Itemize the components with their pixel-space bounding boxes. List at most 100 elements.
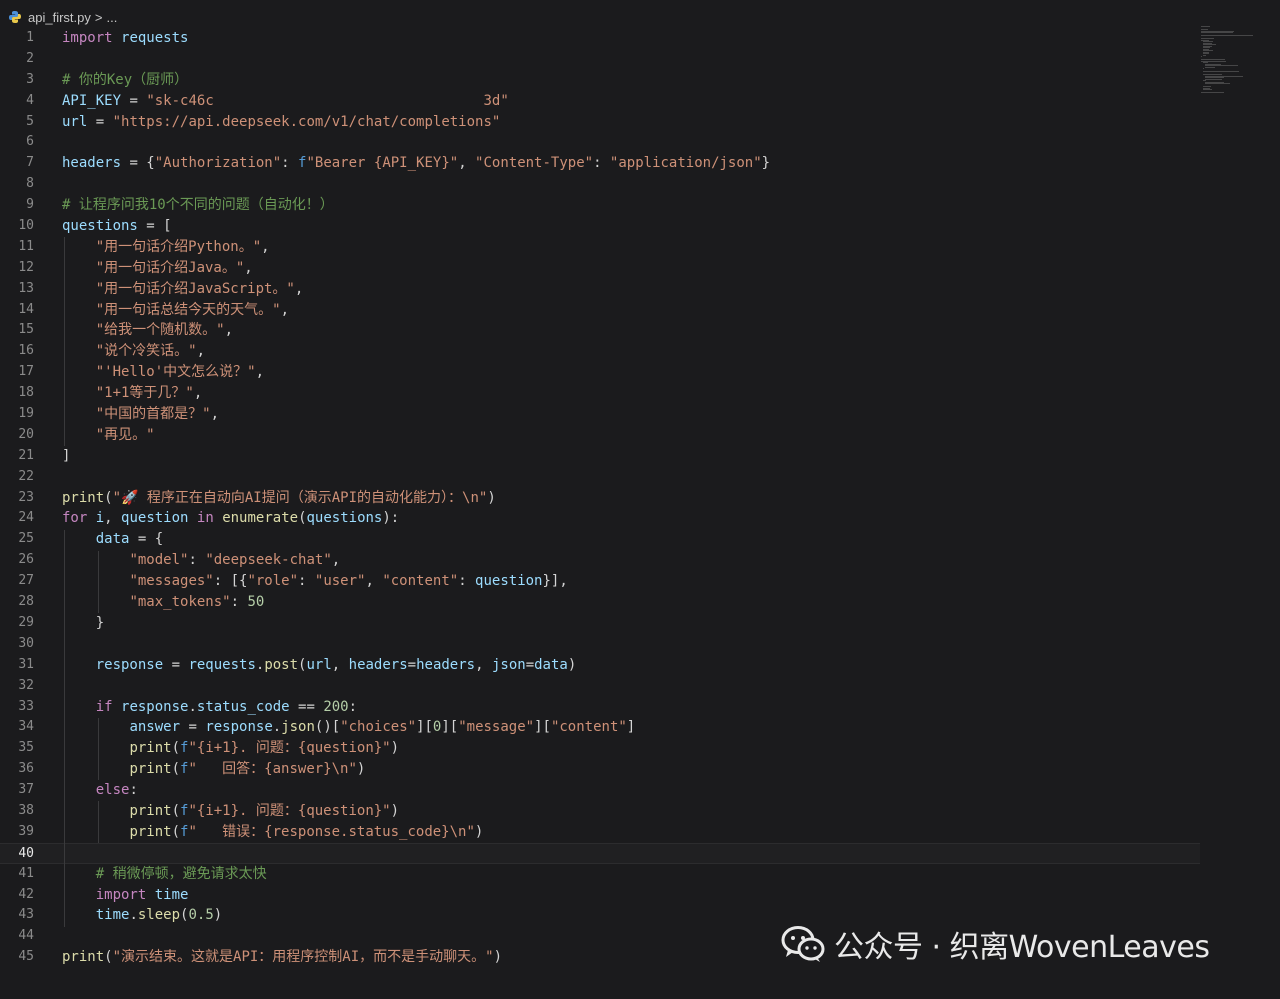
code-line[interactable]: 14 "用一句话总结今天的天气。",: [0, 300, 1200, 321]
code-line[interactable]: 24 for i, question in enumerate(questions…: [0, 508, 1200, 529]
code-line[interactable]: 20 "再见。": [0, 425, 1200, 446]
line-text[interactable]: "用一句话总结今天的天气。",: [62, 300, 289, 321]
minimap-line: [1203, 71, 1239, 72]
line-text[interactable]: "用一句话介绍JavaScript。",: [62, 279, 304, 300]
line-text[interactable]: "中国的首都是？",: [62, 404, 219, 425]
code-line[interactable]: 5 url = "https://api.deepseek.com/v1/chat…: [0, 112, 1200, 133]
code-line[interactable]: 1 import requests: [0, 28, 1200, 49]
code-line[interactable]: 9 # 让程序问我10个不同的问题（自动化！）: [0, 195, 1200, 216]
code-line[interactable]: 37 else:: [0, 780, 1200, 801]
line-number: 6: [26, 134, 34, 150]
code-line[interactable]: 18 "1+1等于几？",: [0, 383, 1200, 404]
code-line[interactable]: 8: [0, 174, 1200, 195]
code-line[interactable]: 26 "model": "deepseek-chat",: [0, 550, 1200, 571]
code-line[interactable]: 29 }: [0, 613, 1200, 634]
line-text[interactable]: import time: [62, 885, 189, 906]
line-text[interactable]: "model": "deepseek-chat",: [62, 550, 340, 571]
code-line[interactable]: 22: [0, 467, 1200, 488]
line-number: 4: [26, 92, 34, 108]
breadcrumb-more[interactable]: ...: [106, 10, 117, 25]
line-text[interactable]: "'Hello'中文怎么说？",: [62, 362, 264, 383]
code-line[interactable]: 3 # 你的Key（厨师）: [0, 70, 1200, 91]
line-text[interactable]: "max_tokens": 50: [62, 592, 264, 613]
line-text[interactable]: "用一句话介绍Python。",: [62, 237, 270, 258]
line-text[interactable]: print(f"{i+1}. 问题：{question}"): [62, 801, 399, 822]
code-line[interactable]: 13 "用一句话介绍JavaScript。",: [0, 279, 1200, 300]
code-line[interactable]: 32: [0, 676, 1200, 697]
line-text[interactable]: print("演示结束。这就是API：用程序控制AI，而不是手动聊天。"): [62, 947, 502, 968]
line-text[interactable]: if response.status_code == 200:: [62, 697, 357, 718]
line-number: 36: [18, 761, 34, 777]
line-text[interactable]: # 稍微停顿，避免请求太快: [62, 864, 267, 885]
line-number: 33: [18, 698, 34, 714]
line-text[interactable]: response = requests.post(url, headers=he…: [62, 655, 577, 676]
line-text[interactable]: url = "https://api.deepseek.com/v1/chat/…: [62, 112, 500, 133]
code-line[interactable]: 36 print(f" 回答：{answer}\n"): [0, 759, 1200, 780]
minimap-line: [1201, 92, 1224, 93]
code-line[interactable]: 39 print(f" 错误：{response.status_code}\n"…: [0, 822, 1200, 843]
line-text[interactable]: "用一句话介绍Java。",: [62, 258, 253, 279]
code-line[interactable]: 11 "用一句话介绍Python。",: [0, 237, 1200, 258]
code-line[interactable]: 30: [0, 634, 1200, 655]
line-text[interactable]: # 你的Key（厨师）: [62, 70, 188, 91]
wechat-icon: [781, 926, 825, 962]
indent-guide: [64, 237, 65, 446]
code-line[interactable]: 27 "messages": [{"role": "user", "conten…: [0, 571, 1200, 592]
code-line[interactable]: 35 print(f"{i+1}. 问题：{question}"): [0, 738, 1200, 759]
line-text[interactable]: }: [62, 613, 104, 634]
minimap-line: [1203, 54, 1207, 56]
indent-guide: [64, 529, 65, 927]
line-text[interactable]: headers = {"Authorization": f"Bearer {AP…: [62, 153, 770, 174]
code-line[interactable]: 7 headers = {"Authorization": f"Bearer {A…: [0, 153, 1200, 174]
code-area[interactable]: 1 import requests 2 3 # 你的Key（厨师） 4 API_KEY = …: [0, 28, 1200, 968]
code-line[interactable]: 4 API_KEY = "sk-c46c 3d": [0, 91, 1200, 112]
line-text[interactable]: questions = [: [62, 216, 172, 237]
code-line[interactable]: 23 print("🚀 程序正在自动向AI提问（演示API的自动化能力）：\n"): [0, 488, 1200, 509]
line-text[interactable]: import requests: [62, 28, 188, 49]
code-line[interactable]: 6: [0, 132, 1200, 153]
code-line[interactable]: 31 response = requests.post(url, headers…: [0, 655, 1200, 676]
breadcrumb-file[interactable]: api_first.py: [28, 10, 91, 25]
code-line[interactable]: 41 # 稍微停顿，避免请求太快: [0, 864, 1200, 885]
line-text[interactable]: "再见。": [62, 425, 155, 446]
line-text[interactable]: ]: [62, 446, 70, 467]
line-text[interactable]: # 让程序问我10个不同的问题（自动化！）: [62, 195, 334, 216]
line-text[interactable]: "说个冷笑话。",: [62, 341, 205, 362]
line-text[interactable]: "给我一个随机数。",: [62, 320, 233, 341]
line-text[interactable]: API_KEY = "sk-c46c 3d": [62, 91, 509, 112]
code-line[interactable]: 40: [0, 842, 1200, 864]
code-line[interactable]: 21]: [0, 446, 1200, 467]
code-line[interactable]: 2: [0, 49, 1200, 70]
code-line[interactable]: 42 import time: [0, 885, 1200, 906]
line-text[interactable]: data = {: [62, 529, 163, 550]
line-text[interactable]: print("🚀 程序正在自动向AI提问（演示API的自动化能力）：\n"): [62, 488, 496, 509]
line-number: 42: [18, 886, 34, 902]
line-number: 8: [26, 176, 34, 192]
line-text[interactable]: print(f" 错误：{response.status_code}\n"): [62, 822, 483, 843]
line-text[interactable]: print(f" 回答：{answer}\n"): [62, 759, 365, 780]
line-number: 24: [18, 510, 34, 526]
code-line[interactable]: 25 data = {: [0, 529, 1200, 550]
code-line[interactable]: 15 "给我一个随机数。",: [0, 320, 1200, 341]
code-line[interactable]: 17 "'Hello'中文怎么说？",: [0, 362, 1200, 383]
line-text[interactable]: "1+1等于几？",: [62, 383, 203, 404]
minimap[interactable]: [1201, 26, 1271, 96]
code-editor[interactable]: api_first.py > ... 1 import requests 2 3 # 你…: [0, 0, 1280, 999]
indent-guide: [98, 801, 99, 844]
line-text[interactable]: "messages": [{"role": "user", "content":…: [62, 571, 567, 592]
code-line[interactable]: 28 "max_tokens": 50: [0, 592, 1200, 613]
code-line[interactable]: 34 answer = response.json()["choices"][0…: [0, 717, 1200, 738]
line-text[interactable]: for i, question in enumerate(questions):: [62, 508, 399, 529]
code-line[interactable]: 16 "说个冷笑话。",: [0, 341, 1200, 362]
code-line[interactable]: 10 questions = [: [0, 216, 1200, 237]
line-text[interactable]: print(f"{i+1}. 问题：{question}"): [62, 738, 399, 759]
line-text[interactable]: time.sleep(0.5): [62, 905, 222, 926]
line-number: 26: [18, 552, 34, 568]
line-text[interactable]: else:: [62, 780, 138, 801]
code-line[interactable]: 12 "用一句话介绍Java。",: [0, 258, 1200, 279]
code-line[interactable]: 33 if response.status_code == 200:: [0, 697, 1200, 718]
line-text[interactable]: answer = response.json()["choices"][0]["…: [62, 717, 635, 738]
code-line[interactable]: 38 print(f"{i+1}. 问题：{question}"): [0, 801, 1200, 822]
code-line[interactable]: 19 "中国的首都是？",: [0, 404, 1200, 425]
line-number: 20: [18, 426, 34, 442]
